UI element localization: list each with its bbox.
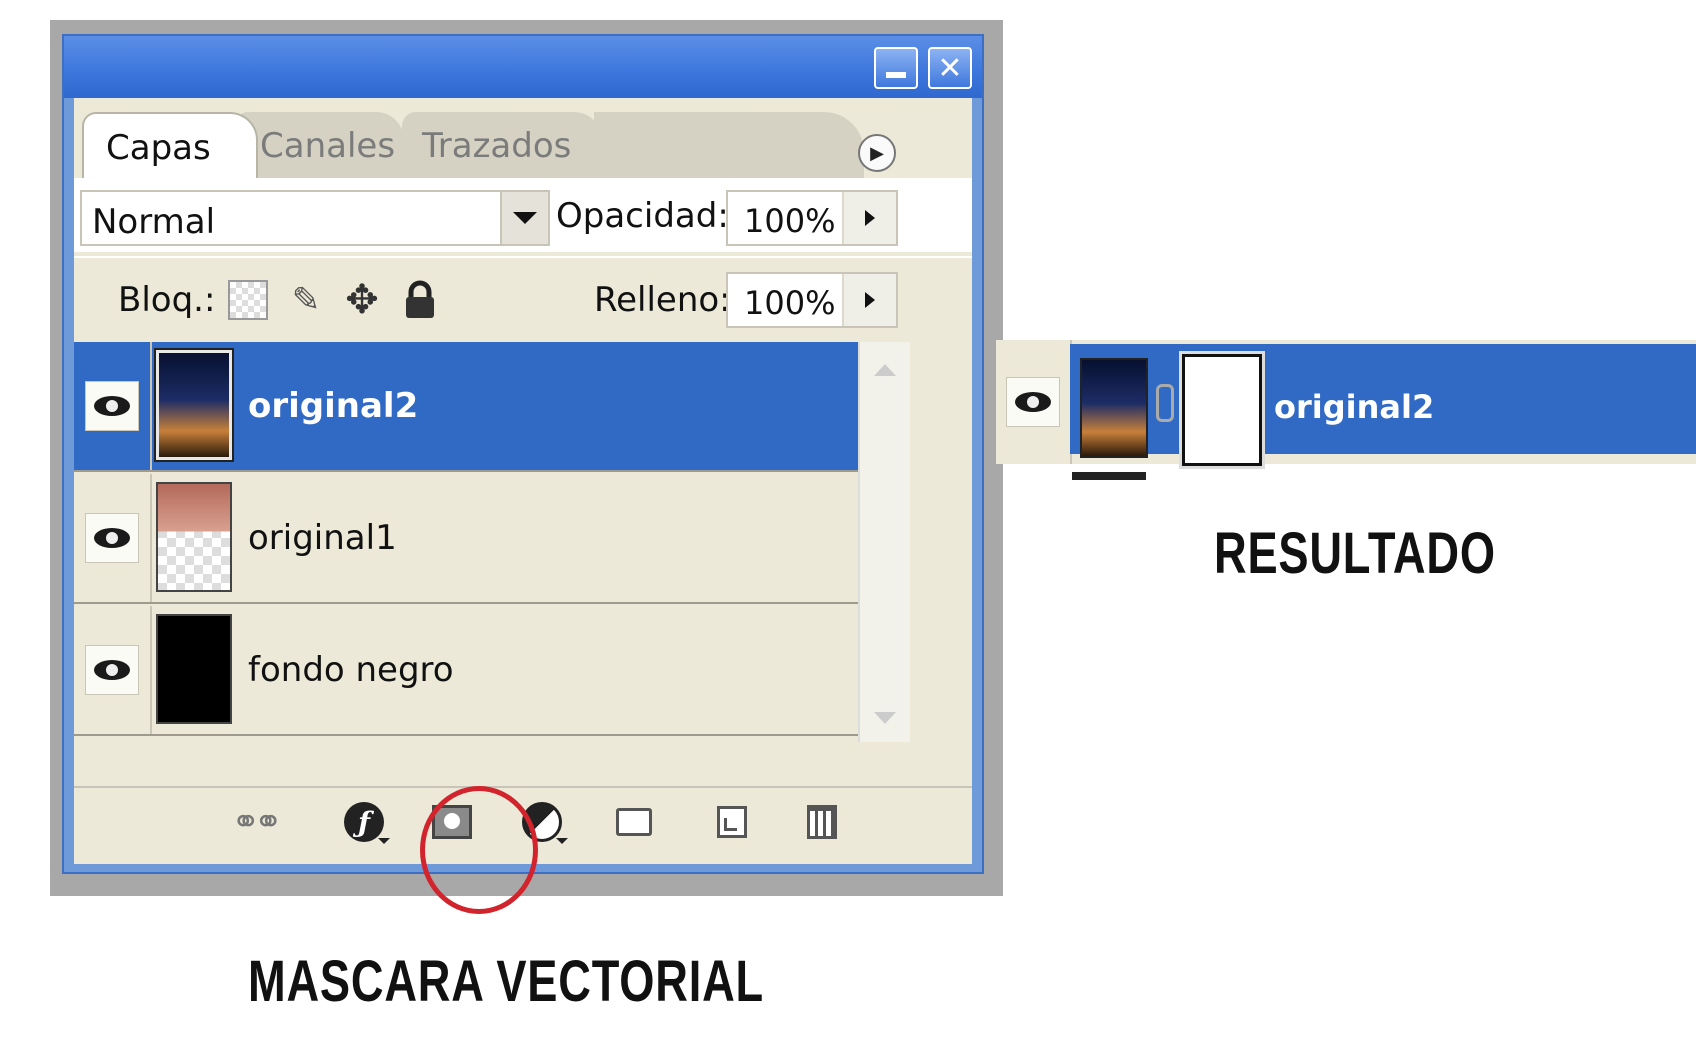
tab-strip: Trazados Canales Capas ▶ [74, 98, 972, 178]
layer-row[interactable]: original1 [74, 474, 858, 604]
fill-value: 100% [744, 284, 836, 322]
vector-mask-thumbnail[interactable] [1179, 351, 1265, 469]
trash-icon [807, 805, 837, 839]
new-group-button[interactable] [606, 798, 662, 846]
layer-row[interactable]: original2 [74, 342, 858, 472]
next-layer-thumbnail-edge [1072, 472, 1146, 480]
submenu-indicator-icon [556, 838, 568, 844]
caption-mascara-vectorial: MASCARA VECTORIAL [248, 949, 764, 1014]
eye-icon [94, 528, 130, 548]
caption-resultado: RESULTADO [1214, 521, 1496, 586]
close-icon: ✕ [937, 50, 963, 86]
new-layer-button[interactable] [704, 798, 760, 846]
minimize-button[interactable] [874, 47, 918, 89]
lock-all-padlock-icon[interactable] [400, 280, 440, 320]
chain-link-icon[interactable] [1156, 384, 1174, 422]
layer-thumbnail [156, 614, 232, 724]
layers-list: original2 original1 fondo negro [74, 342, 858, 742]
new-layer-icon [717, 806, 747, 838]
minimize-icon [886, 72, 906, 78]
highlight-circle-annotation [420, 786, 538, 914]
layer-thumbnail [154, 348, 234, 462]
layers-scrollbar[interactable] [858, 342, 910, 742]
layers-palette: ✕ Trazados Canales Capas ▶ Normal Opacid… [62, 34, 984, 874]
folder-icon [616, 808, 652, 836]
opacity-slider-button[interactable] [842, 192, 896, 244]
scroll-down-icon[interactable] [874, 712, 896, 724]
play-arrow-icon: ▶ [870, 142, 884, 164]
close-button[interactable]: ✕ [928, 47, 972, 89]
blend-row: Normal Opacidad: 100% [74, 178, 972, 252]
result-layer-strip: original2 [996, 340, 1696, 469]
arrow-right-icon [865, 210, 875, 226]
opacity-value: 100% [744, 202, 836, 240]
eye-icon [94, 660, 130, 680]
palette-menu-button[interactable]: ▶ [858, 134, 896, 172]
visibility-toggle[interactable] [74, 606, 152, 734]
lock-label: Bloq.: [118, 280, 216, 320]
layer-style-button[interactable]: ƒ [336, 798, 392, 846]
visibility-toggle[interactable] [74, 342, 152, 470]
tab-canales[interactable]: Canales [234, 112, 404, 178]
lock-transparency-icon[interactable] [228, 280, 268, 320]
layer-name: original2 [1274, 388, 1435, 426]
blend-mode-value: Normal [92, 202, 216, 242]
submenu-indicator-icon [378, 838, 390, 844]
layer-name: original2 [248, 386, 419, 426]
arrow-right-icon [865, 292, 875, 308]
layer-style-icon: ƒ [344, 802, 384, 842]
eye-box [85, 381, 139, 431]
scroll-up-icon[interactable] [874, 364, 896, 376]
visibility-toggle[interactable] [996, 340, 1072, 464]
link-layers-button[interactable]: ⚭⚭ [226, 798, 283, 846]
fill-slider-button[interactable] [842, 274, 896, 326]
layer-thumbnail [1080, 358, 1148, 458]
blend-mode-select[interactable]: Normal [80, 190, 550, 246]
delete-layer-button[interactable] [794, 798, 850, 846]
tab-capas[interactable]: Capas [82, 112, 258, 178]
palette-body: Trazados Canales Capas ▶ Normal Opacidad… [74, 98, 972, 864]
result-layer-row[interactable]: original2 [1070, 344, 1696, 469]
chevron-down-icon [513, 212, 537, 224]
layer-thumbnail [156, 482, 232, 592]
eye-box [85, 645, 139, 695]
lock-paint-brush-icon[interactable]: ✎ [286, 280, 326, 320]
tab-trazados[interactable]: Trazados [402, 112, 602, 178]
link-icon: ⚭⚭ [231, 802, 283, 842]
tab-strip-background [594, 112, 864, 178]
opacity-label: Opacidad: [556, 196, 729, 236]
lock-row: Bloq.: ✎ ✥ Relleno: 100% [74, 256, 972, 340]
opacity-field[interactable]: 100% [726, 190, 898, 246]
layer-name: original1 [248, 518, 397, 558]
blend-mode-dropdown-button[interactable] [500, 192, 548, 244]
eye-box [85, 513, 139, 563]
eye-icon [94, 396, 130, 416]
fill-label: Relleno: [594, 280, 731, 320]
eye-box [1006, 377, 1060, 427]
eye-icon [1015, 392, 1051, 412]
title-bar[interactable]: ✕ [64, 36, 982, 98]
layer-row[interactable]: fondo negro [74, 606, 858, 736]
visibility-toggle[interactable] [74, 474, 152, 602]
lock-move-icon[interactable]: ✥ [342, 277, 382, 323]
layer-name: fondo negro [248, 650, 454, 690]
fill-field[interactable]: 100% [726, 272, 898, 328]
